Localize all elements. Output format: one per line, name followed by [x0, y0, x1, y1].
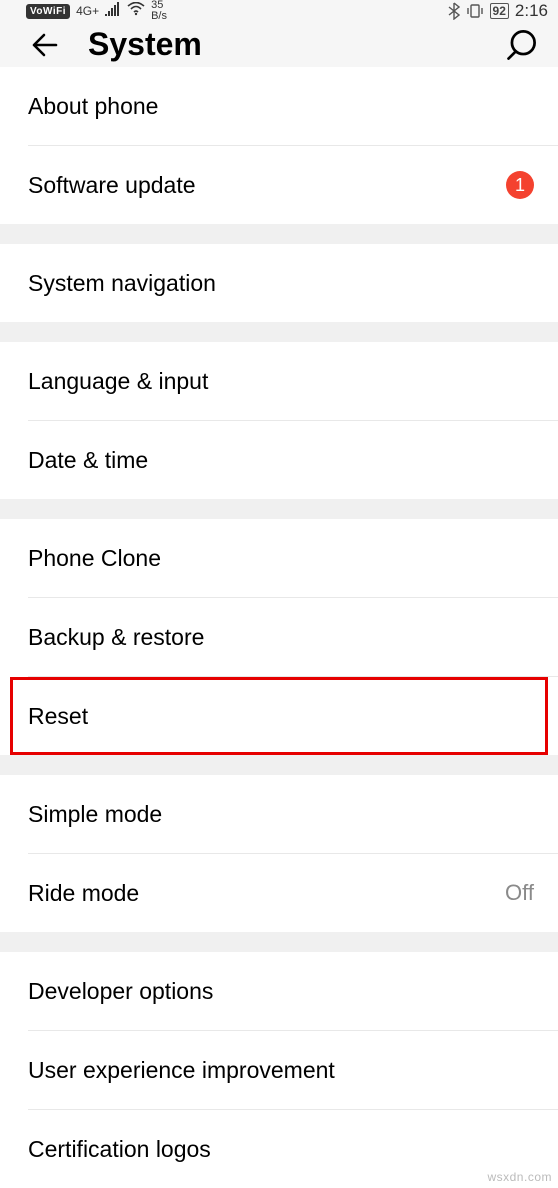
section: About phone Software update1	[0, 67, 558, 224]
search-button[interactable]	[504, 28, 538, 62]
row-label: System navigation	[28, 270, 534, 297]
row-label: Backup & restore	[28, 624, 534, 651]
back-arrow-icon	[30, 30, 60, 60]
battery-indicator: 92	[490, 3, 509, 19]
watermark: wsxdn.com	[487, 1170, 552, 1184]
section-gap	[0, 755, 558, 775]
section-gap	[0, 499, 558, 519]
row-reset[interactable]: Reset	[0, 677, 558, 755]
row-developer-options[interactable]: Developer options	[0, 952, 558, 1030]
section: Simple mode Ride modeOff	[0, 775, 558, 932]
row-label: Reset	[28, 703, 534, 730]
row-certification-logos[interactable]: Certification logos	[0, 1110, 558, 1188]
section-gap	[0, 932, 558, 952]
row-label: Ride mode	[28, 880, 505, 907]
row-simple-mode[interactable]: Simple mode	[0, 775, 558, 853]
row-label: About phone	[28, 93, 534, 120]
section-gap	[0, 224, 558, 244]
row-software-update[interactable]: Software update1	[0, 146, 558, 224]
section: Language & input Date & time	[0, 342, 558, 499]
vowifi-indicator: VoWiFi	[26, 4, 70, 19]
status-left: VoWiFi 4G+ 35 B/s	[26, 0, 167, 22]
signal-icon	[105, 2, 121, 20]
row-user-experience-improvement[interactable]: User experience improvement	[0, 1031, 558, 1109]
row-label: Phone Clone	[28, 545, 534, 572]
speed-unit: B/s	[151, 11, 167, 22]
row-language-input[interactable]: Language & input	[0, 342, 558, 420]
row-label: Language & input	[28, 368, 534, 395]
row-label: Developer options	[28, 978, 534, 1005]
system-settings-screen: VoWiFi 4G+ 35 B/s 92 2:16	[0, 0, 558, 1188]
row-ride-mode[interactable]: Ride modeOff	[0, 854, 558, 932]
row-label: Certification logos	[28, 1136, 534, 1163]
row-phone-clone[interactable]: Phone Clone	[0, 519, 558, 597]
status-bar: VoWiFi 4G+ 35 B/s 92 2:16	[0, 0, 558, 22]
page-title: System	[88, 26, 478, 63]
status-right: 92 2:16	[448, 1, 548, 21]
header: System	[0, 22, 558, 67]
wifi-icon	[127, 2, 145, 20]
vibrate-icon	[466, 3, 484, 19]
row-label: Software update	[28, 172, 506, 199]
row-about-phone[interactable]: About phone	[0, 67, 558, 145]
clock: 2:16	[515, 1, 548, 21]
row-system-navigation[interactable]: System navigation	[0, 244, 558, 322]
section-gap	[0, 322, 558, 342]
data-speed: 35 B/s	[151, 0, 167, 22]
row-value: Off	[505, 880, 534, 906]
section: System navigation	[0, 244, 558, 322]
section: Developer options User experience improve…	[0, 952, 558, 1188]
settings-list: About phone Software update1 System naviga…	[0, 67, 558, 1188]
row-label: Simple mode	[28, 801, 534, 828]
section: Phone Clone Backup & restore Reset	[0, 519, 558, 755]
row-label: User experience improvement	[28, 1057, 534, 1084]
search-icon	[504, 28, 538, 62]
row-label: Date & time	[28, 447, 534, 474]
bluetooth-icon	[448, 2, 460, 20]
row-date-time[interactable]: Date & time	[0, 421, 558, 499]
network-4g-label: 4G+	[76, 4, 99, 18]
row-backup-restore[interactable]: Backup & restore	[0, 598, 558, 676]
back-button[interactable]	[28, 28, 62, 62]
network-type: 4G+	[76, 5, 99, 17]
update-badge: 1	[506, 171, 534, 199]
